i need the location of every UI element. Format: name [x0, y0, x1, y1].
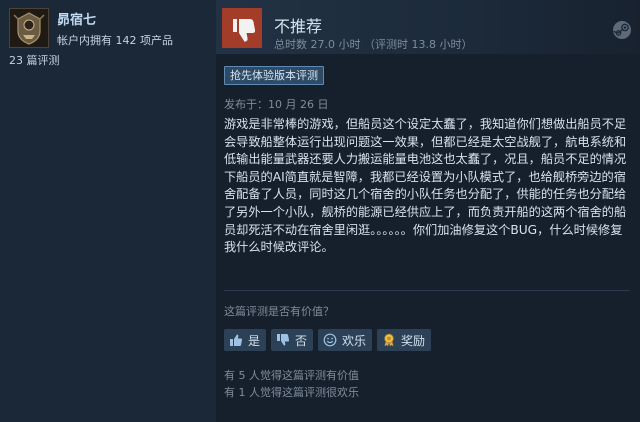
- review-panel: 不推荐 总时数 27.0 小时 （评测时 13.8 小时） 抢先体验版本评测 发…: [216, 0, 640, 422]
- steam-logo-icon: [613, 21, 631, 39]
- helpful-question: 这篇评测是否有价值？: [224, 305, 334, 318]
- review-body: 游戏是非常棒的游戏，但船员这个设定太蠢了，我知道你们想做出船员不足会导致船整体运…: [224, 117, 627, 255]
- thumbs-down-icon: [233, 19, 256, 42]
- verdict-thumb-box: [222, 8, 262, 48]
- vote-no-button[interactable]: 否: [271, 329, 314, 351]
- smile-icon: [323, 333, 337, 347]
- playtime: 总时数 27.0 小时 （评测时 13.8 小时）: [274, 38, 473, 51]
- thumbs-up-icon: [230, 334, 243, 346]
- avatar-emblem-icon: [10, 9, 48, 47]
- vote-funny-label: 欢乐: [342, 333, 367, 348]
- funny-count: 有 1 人觉得这篇评测很欢乐: [224, 386, 359, 399]
- helpful-count: 有 5 人觉得这篇评测有价值: [224, 369, 359, 382]
- products-owned[interactable]: 帐户内拥有 142 项产品: [57, 32, 173, 48]
- posted-date: 发布于：10 月 26 日: [224, 98, 329, 111]
- verdict-title: 不推荐: [274, 17, 323, 36]
- review-header[interactable]: 不推荐 总时数 27.0 小时 （评测时 13.8 小时）: [216, 0, 640, 54]
- thumbs-down-icon: [277, 334, 290, 346]
- vote-buttons: 是 否 欢乐 奖励: [224, 329, 432, 351]
- vote-no-label: 否: [295, 333, 308, 348]
- reviewer-panel: 昴宿七 帐户内拥有 142 项产品 23 篇评测: [0, 0, 216, 422]
- award-icon: [384, 333, 394, 347]
- divider: [224, 290, 630, 291]
- vote-yes-button[interactable]: 是: [224, 329, 267, 351]
- vote-funny-button[interactable]: 欢乐: [318, 329, 373, 351]
- avatar[interactable]: [9, 8, 49, 48]
- review-count[interactable]: 23 篇评测: [9, 52, 60, 68]
- username[interactable]: 昴宿七: [57, 9, 96, 28]
- award-button[interactable]: 奖励: [377, 329, 432, 351]
- early-access-badge: 抢先体验版本评测: [224, 66, 324, 85]
- award-label: 奖励: [401, 333, 426, 348]
- vote-yes-label: 是: [248, 333, 261, 348]
